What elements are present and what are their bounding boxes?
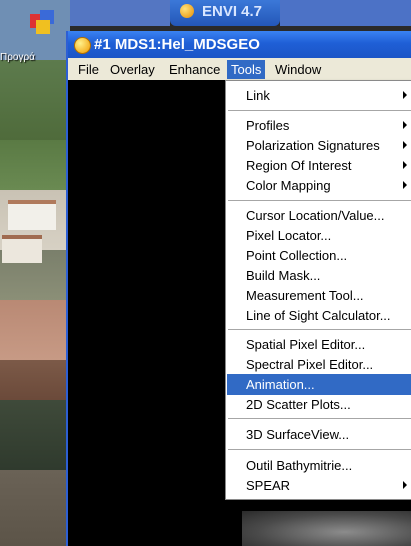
- submenu-arrow-icon: [403, 141, 407, 149]
- desktop-photo-house: [2, 235, 42, 263]
- menu-item-link[interactable]: Link: [227, 85, 411, 106]
- submenu-arrow-icon: [403, 91, 407, 99]
- image-canvas[interactable]: [68, 80, 228, 546]
- menu-enhance[interactable]: Enhance: [165, 61, 224, 78]
- menu-item-pixel-locator[interactable]: Pixel Locator...: [227, 225, 411, 246]
- desktop-icon-label: Προγρά: [0, 52, 35, 63]
- background-window-strip: [280, 0, 411, 26]
- menu-item-label: Cursor Location/Value...: [246, 208, 385, 223]
- menu-item-label: Polarization Signatures: [246, 138, 380, 153]
- submenu-arrow-icon: [403, 181, 407, 189]
- menu-separator: [228, 329, 411, 331]
- menu-item-label: SPEAR: [246, 478, 291, 493]
- desktop-background: Προγρά: [0, 0, 70, 546]
- window-titlebar[interactable]: #1 MDS1:Hel_MDSGEO: [68, 31, 411, 58]
- menu-item-label: Point Collection...: [246, 248, 348, 263]
- menu-overlay[interactable]: Overlay: [106, 61, 159, 78]
- menu-item-label: Color Mapping: [246, 178, 331, 193]
- menu-item-animation[interactable]: Animation...: [227, 374, 411, 395]
- menu-item-build-mask[interactable]: Build Mask...: [227, 265, 411, 286]
- menu-separator: [228, 418, 411, 420]
- menu-item-outil-bathymitrie[interactable]: Outil Bathymitrie...: [227, 455, 411, 476]
- menu-file[interactable]: File: [74, 61, 103, 78]
- desktop-photo-house: [8, 200, 56, 230]
- menu-item-label: 3D SurfaceView...: [246, 427, 350, 442]
- tools-dropdown-menu: Link Profiles Polarization Signatures Re…: [225, 80, 411, 500]
- window-title: #1 MDS1:Hel_MDSGEO: [94, 36, 260, 53]
- menu-item-spatial-pixel-editor[interactable]: Spatial Pixel Editor...: [227, 334, 411, 355]
- menubar: File Overlay Enhance Tools Window: [68, 58, 411, 80]
- menu-item-2d-scatter-plots[interactable]: 2D Scatter Plots...: [227, 394, 411, 415]
- menu-item-spectral-pixel-editor[interactable]: Spectral Pixel Editor...: [227, 354, 411, 375]
- envi-icon: [74, 37, 91, 54]
- submenu-arrow-icon: [403, 161, 407, 169]
- menu-separator: [228, 449, 411, 451]
- submenu-arrow-icon: [403, 481, 407, 489]
- menu-item-spear[interactable]: SPEAR: [227, 475, 411, 496]
- menu-item-label: Animation...: [246, 377, 315, 392]
- menu-separator: [228, 200, 411, 202]
- background-window-title-text: ENVI 4.7: [202, 3, 263, 20]
- menu-item-label: Link: [246, 88, 270, 103]
- menu-tools[interactable]: Tools: [227, 60, 266, 79]
- background-envi-window-title[interactable]: ENVI 4.7: [170, 0, 280, 26]
- background-window-strip: [70, 0, 170, 26]
- menu-separator: [228, 110, 411, 112]
- menu-item-label: Outil Bathymitrie...: [246, 458, 353, 473]
- menu-item-label: Profiles: [246, 118, 290, 133]
- menu-item-label: Pixel Locator...: [246, 228, 332, 243]
- menu-item-color-mapping[interactable]: Color Mapping: [227, 175, 411, 196]
- submenu-arrow-icon: [403, 121, 407, 129]
- menu-item-label: 2D Scatter Plots...: [246, 397, 351, 412]
- menu-item-measurement-tool[interactable]: Measurement Tool...: [227, 285, 411, 306]
- menu-item-line-of-sight-calculator[interactable]: Line of Sight Calculator...: [227, 305, 411, 326]
- programs-app-icon[interactable]: [28, 6, 62, 40]
- menu-item-region-of-interest[interactable]: Region Of Interest: [227, 155, 411, 176]
- menu-item-point-collection[interactable]: Point Collection...: [227, 245, 411, 266]
- menu-item-label: Measurement Tool...: [246, 288, 364, 303]
- menu-item-polarization-signatures[interactable]: Polarization Signatures: [227, 135, 411, 156]
- image-canvas-visible[interactable]: [242, 511, 411, 546]
- menu-item-3d-surfaceview[interactable]: 3D SurfaceView...: [227, 424, 411, 445]
- menu-window[interactable]: Window: [271, 61, 325, 78]
- menu-item-label: Line of Sight Calculator...: [246, 308, 391, 323]
- menu-item-profiles[interactable]: Profiles: [227, 115, 411, 136]
- envi-icon: [180, 4, 194, 18]
- menu-item-label: Region Of Interest: [246, 158, 352, 173]
- menu-item-label: Build Mask...: [246, 268, 321, 283]
- menu-item-label: Spectral Pixel Editor...: [246, 357, 374, 372]
- menu-item-cursor-location[interactable]: Cursor Location/Value...: [227, 205, 411, 226]
- menu-item-label: Spatial Pixel Editor...: [246, 337, 366, 352]
